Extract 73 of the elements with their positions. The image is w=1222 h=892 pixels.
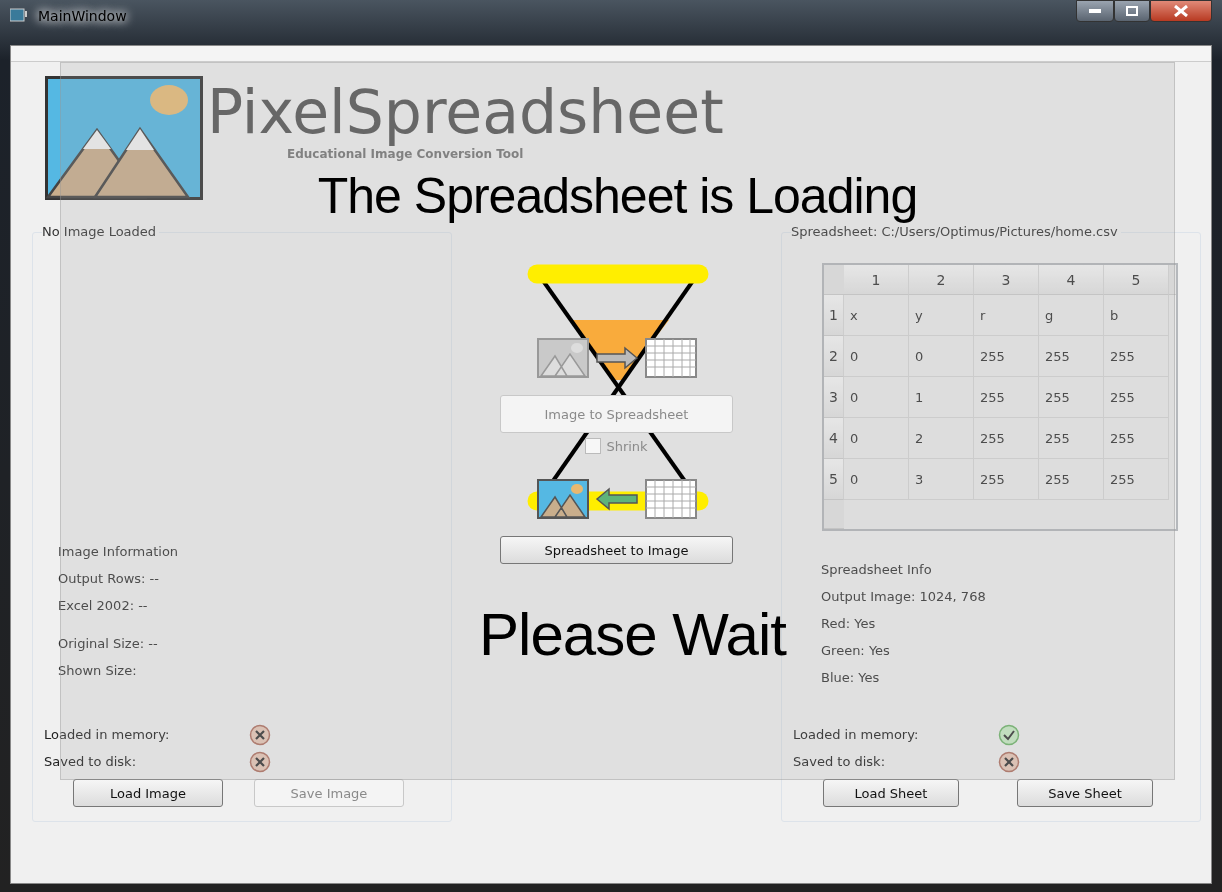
arrow-icon [594,487,639,511]
table-cell: 255 [1039,377,1104,418]
table-cell: 255 [974,418,1039,459]
minimize-icon [1089,9,1101,13]
info-text: Red: Yes [821,615,877,633]
maximize-button[interactable] [1114,0,1150,22]
app-subtitle: Educational Image Conversion Tool [287,147,524,161]
status-label: Loaded in memory: [44,727,171,742]
logo-picture-icon [45,76,203,200]
table-cell: y [909,295,974,336]
table-cell: 255 [1039,336,1104,377]
table-cell: x [844,295,909,336]
panel-button[interactable]: Load Image [73,779,223,807]
group-title: Spreadsheet: C:/Users/Optimus/Pictures/home.csv [791,224,1121,239]
close-icon [1174,5,1188,17]
table-cell: 0 [844,459,909,500]
column-header: 3 [974,265,1039,295]
table-cell: 2 [909,418,974,459]
table-cell: 255 [1104,418,1169,459]
info-text: Excel 2002: -- [58,597,149,615]
close-button[interactable] [1150,0,1212,22]
column-header: 4 [1039,265,1104,295]
picture-icon [536,338,589,378]
panel-button[interactable]: Save Sheet [1017,779,1153,807]
group-title: No Image Loaded [42,224,160,239]
table-cell: 255 [974,377,1039,418]
table-cell: 0 [844,336,909,377]
table-cell: 255 [1039,459,1104,500]
column-header: 2 [909,265,974,295]
row-header: 2 [824,336,844,377]
status-label: Saved to disk: [793,754,887,769]
grid-icon [644,479,697,519]
row-header: 4 [824,418,844,459]
info-text: Original Size: -- [58,635,159,653]
info-text: Image Information [58,543,180,561]
row-header: 5 [824,459,844,500]
loading-title: The Spreadsheet is Loading [317,171,918,221]
window-title: MainWindow [38,8,127,24]
grid-icon [644,338,697,378]
table-cell: 0 [844,418,909,459]
arrow-icon [594,346,639,370]
table-cell: b [1104,295,1169,336]
picture-icon [536,479,589,519]
row-header: 3 [824,377,844,418]
table-cell: r [974,295,1039,336]
column-header: 5 [1104,265,1169,295]
table-cell: 255 [1039,418,1104,459]
app-icon [10,8,28,22]
convert-button[interactable]: Spreadsheet to Image [500,536,733,564]
table-cell: 0 [844,377,909,418]
maximize-icon [1126,6,1138,16]
table-cell: 255 [1104,377,1169,418]
info-text: Output Image: 1024, 768 [821,588,987,606]
minimize-button[interactable] [1076,0,1114,22]
status-label: Saved to disk: [44,754,138,769]
table-cell: g [1039,295,1104,336]
panel-button[interactable]: Load Sheet [823,779,959,807]
table-cell: 3 [909,459,974,500]
info-text: Green: Yes [821,642,891,660]
info-text: Spreadsheet Info [821,561,933,579]
column-header: 1 [844,265,909,295]
info-text: Blue: Yes [821,669,881,687]
table-cell: 0 [909,336,974,377]
status-label: Loaded in memory: [793,727,920,742]
info-text: Shown Size: [58,662,138,680]
row-header: 1 [824,295,844,336]
table-cell: 255 [974,336,1039,377]
table-cell: 255 [1104,459,1169,500]
info-text: Output Rows: -- [58,570,160,588]
table-cell: 255 [974,459,1039,500]
table-cell: 255 [1104,336,1169,377]
loading-message: Please Wait [479,605,786,665]
table-cell: 1 [909,377,974,418]
